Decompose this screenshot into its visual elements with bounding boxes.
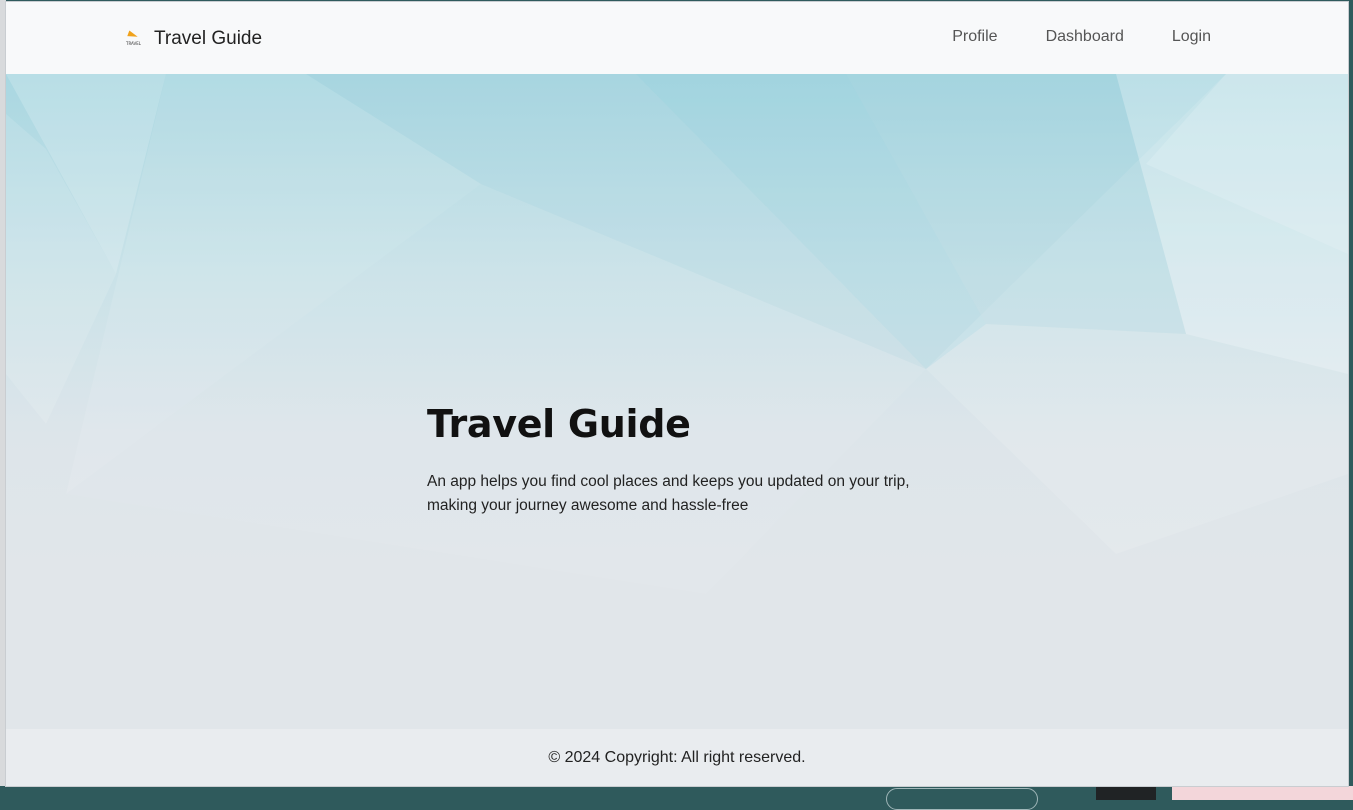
brand[interactable]: TRAVEL Travel Guide (126, 26, 262, 52)
nav-link-profile[interactable]: Profile (928, 28, 1021, 46)
plane-icon (127, 30, 139, 40)
travel-logo-icon: TRAVEL (126, 30, 142, 47)
footer-copyright: © 2024 Copyright: All right reserved. (548, 748, 806, 766)
navbar: TRAVEL Travel Guide Profile Dashboard Lo… (6, 2, 1348, 74)
background-dark-block (1096, 786, 1156, 800)
nav-link-login[interactable]: Login (1148, 28, 1211, 46)
browser-viewport: TRAVEL Travel Guide Profile Dashboard Lo… (6, 2, 1348, 786)
background-pink-block (1172, 786, 1353, 800)
hero-content: Travel Guide An app helps you find cool … (427, 402, 987, 518)
background-pill (886, 788, 1038, 810)
hero-title: Travel Guide (427, 402, 691, 446)
nav-links: Profile Dashboard Login (928, 28, 1211, 46)
hero-section: Travel Guide An app helps you find cool … (6, 74, 1348, 729)
brand-title[interactable]: Travel Guide (154, 28, 262, 50)
hero-description: An app helps you find cool places and ke… (427, 473, 910, 514)
logo-text: TRAVEL (126, 41, 142, 46)
footer: © 2024 Copyright: All right reserved. (6, 729, 1348, 786)
nav-link-dashboard[interactable]: Dashboard (1022, 28, 1148, 46)
